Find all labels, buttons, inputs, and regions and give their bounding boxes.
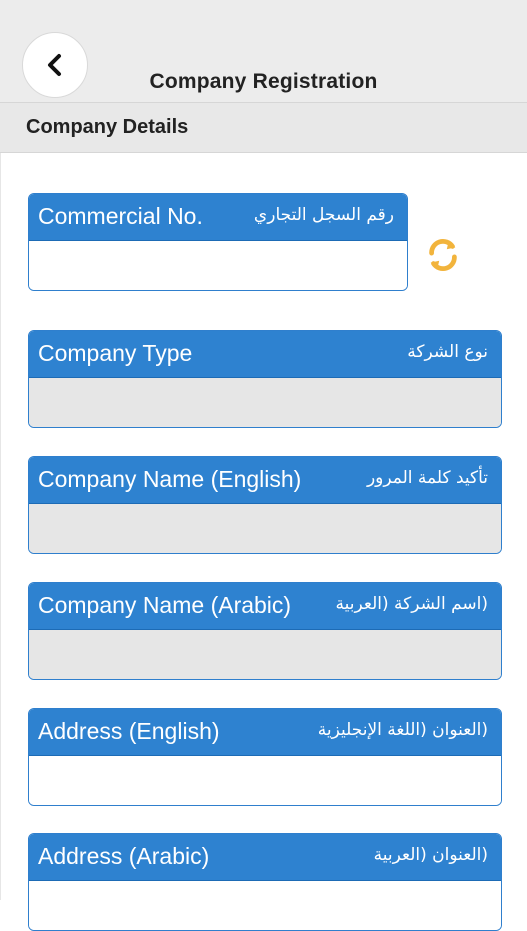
field-header: Company Name (Arabic) (اسم الشركة (العرب… (29, 583, 501, 629)
field-header: Address (Arabic) (العنوان (العربية (29, 834, 501, 880)
refresh-icon (429, 238, 457, 272)
commercial-no-input[interactable] (29, 240, 407, 290)
page-title: Company Registration (149, 70, 378, 93)
company-type-field: Company Type نوع الشركة (28, 330, 502, 428)
company-name-english-field: Company Name (English) تأكيد كلمة المرور (28, 456, 502, 554)
field-label-en: Company Type (38, 340, 193, 366)
company-name-arabic-field: Company Name (Arabic) (اسم الشركة (العرب… (28, 582, 502, 680)
field-header: Address (English) (العنوان (اللغة الإنجل… (29, 709, 501, 755)
field-header: Company Type نوع الشركة (29, 331, 501, 377)
field-label-ar: (اسم الشركة (العربية (335, 594, 488, 614)
company-type-input (29, 377, 501, 427)
address-english-input[interactable] (29, 755, 501, 805)
field-header: Company Name (English) تأكيد كلمة المرور (29, 457, 501, 503)
field-label-en: Address (Arabic) (38, 843, 210, 869)
field-label-ar: (العنوان (اللغة الإنجليزية (317, 720, 488, 740)
field-label-en: Address (English) (38, 718, 220, 744)
section-title: Company Details (26, 116, 189, 138)
field-label-ar: (العنوان (العربية (373, 845, 488, 865)
form-content: Commercial No. رقم السجل التجاري Company… (0, 153, 527, 931)
company-name-english-input (29, 503, 501, 553)
address-arabic-input[interactable] (29, 880, 501, 930)
section-header: Company Details (0, 103, 527, 153)
field-label-en: Company Name (English) (38, 466, 302, 492)
address-arabic-field: Address (Arabic) (العنوان (العربية (28, 833, 502, 931)
field-label-ar: تأكيد كلمة المرور (366, 468, 488, 488)
field-header: Commercial No. رقم السجل التجاري (29, 194, 407, 240)
refresh-button[interactable] (423, 235, 463, 275)
company-name-arabic-input (29, 629, 501, 679)
field-label-ar: رقم السجل التجاري (253, 205, 394, 225)
field-label-en: Company Name (Arabic) (38, 592, 292, 618)
commercial-no-field: Commercial No. رقم السجل التجاري (28, 193, 408, 291)
field-label-en: Commercial No. (38, 203, 203, 229)
top-bar: Company Registration (0, 0, 527, 103)
field-label-ar: نوع الشركة (407, 342, 488, 362)
address-english-field: Address (English) (العنوان (اللغة الإنجل… (28, 708, 502, 806)
